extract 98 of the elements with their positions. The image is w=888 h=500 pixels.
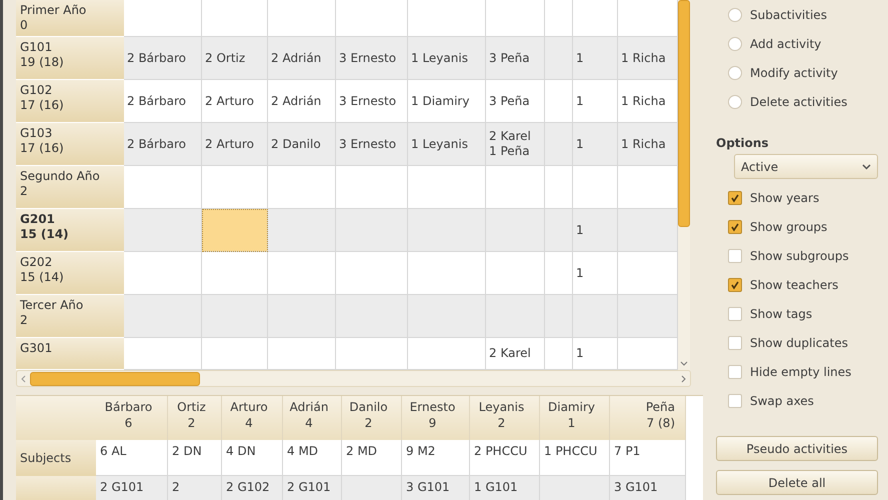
table-cell: 4 DN — [222, 440, 283, 476]
row-header: G101 19 (18) — [16, 37, 124, 80]
row-header: Subjects — [16, 440, 96, 476]
table-cell[interactable]: 2 Arturo — [202, 123, 268, 166]
chevron-left-icon[interactable] — [21, 374, 26, 382]
table-cell[interactable]: 1 — [573, 338, 618, 370]
table-cell[interactable]: 2 Adrián — [268, 80, 336, 123]
table-cell[interactable]: 2 Danilo — [268, 123, 336, 166]
table-cell[interactable]: 1 Leyanis — [408, 123, 486, 166]
checkbox-label: Show years — [750, 190, 820, 204]
radio-label: Delete activities — [750, 94, 848, 108]
column-header: Diamiry 1 — [540, 396, 610, 440]
selected-cell[interactable] — [202, 209, 268, 252]
table-cell[interactable]: 3 Peña — [486, 37, 545, 80]
checkbox[interactable] — [728, 364, 742, 378]
table-cell: 3 G101 — [402, 476, 470, 500]
table-cell: 2 G102 — [222, 476, 283, 500]
horizontal-scrollbar[interactable] — [16, 370, 691, 387]
checkbox-label: Hide empty lines — [750, 364, 852, 378]
action-button[interactable]: Delete all — [716, 470, 878, 495]
checkbox-label: Show groups — [750, 220, 828, 234]
table-cell[interactable]: 1 Richa — [618, 37, 678, 80]
checkbox[interactable] — [728, 306, 742, 320]
table-cell[interactable]: 2 Arturo — [202, 80, 268, 123]
radio-label: Add activity — [750, 36, 822, 50]
chevron-right-icon[interactable] — [681, 374, 686, 382]
column-header: Peña 7 (8) — [610, 396, 686, 440]
checkbox-label: Show subgroups — [750, 248, 849, 262]
table-cell[interactable]: 1 Leyanis — [408, 37, 486, 80]
radio-button[interactable] — [728, 8, 742, 22]
checkbox-label: Swap axes — [750, 394, 814, 408]
action-button[interactable]: Pseudo activities — [716, 436, 878, 461]
row-header: G202 15 (14) — [16, 252, 124, 295]
table-cell[interactable]: 1 — [573, 80, 618, 123]
checkbox[interactable] — [728, 190, 742, 204]
checkbox[interactable] — [728, 336, 742, 350]
column-header: Danilo 2 — [342, 396, 402, 440]
column-header: Arturo 4 — [222, 396, 283, 440]
chevron-down-icon[interactable] — [680, 361, 688, 366]
table-cell: 4 MD — [283, 440, 342, 476]
table-cell: 9 M2 — [402, 440, 470, 476]
row-header: G103 17 (16) — [16, 123, 124, 166]
row-header: Segundo Año 2 — [16, 166, 124, 209]
table-cell: 3 G101 — [610, 476, 686, 500]
column-header: Leyanis 2 — [470, 396, 540, 440]
table-cell[interactable]: 3 Peña — [486, 80, 545, 123]
table-cell: 2 MD — [342, 440, 402, 476]
radio-button[interactable] — [728, 66, 742, 80]
table-cell[interactable]: 1 Richa — [618, 80, 678, 123]
vertical-scrollbar[interactable] — [678, 0, 690, 370]
table-cell[interactable]: 2 Bárbaro — [124, 80, 202, 123]
table-cell: 2 DN — [168, 440, 222, 476]
column-header: Bárbaro 6 — [96, 396, 168, 440]
chevron-down-icon — [862, 164, 871, 170]
row-header: G102 17 (16) — [16, 80, 124, 123]
checkbox[interactable] — [728, 394, 742, 408]
checkbox[interactable] — [728, 220, 742, 234]
table-cell[interactable]: 1 Diamiry — [408, 80, 486, 123]
row-header: G301 — [16, 338, 124, 370]
checkbox-label: Show duplicates — [750, 336, 848, 350]
column-header: Ortiz 2 — [168, 396, 222, 440]
table-cell[interactable]: 2 Karel — [486, 338, 545, 370]
table-cell: 6 AL — [96, 440, 168, 476]
table-cell[interactable]: 1 Richa — [618, 123, 678, 166]
table-cell: 2 PHCCU — [470, 440, 540, 476]
table-cell[interactable]: 2 Bárbaro — [124, 123, 202, 166]
table-cell[interactable]: 2 Ortiz — [202, 37, 268, 80]
row-header: G201 15 (14) — [16, 209, 124, 252]
checkbox-label: Show tags — [750, 306, 812, 320]
table-cell[interactable]: 3 Ernesto — [336, 123, 408, 166]
table-cell: 2 G101 — [96, 476, 168, 500]
filter-dropdown[interactable]: Active — [734, 154, 878, 179]
table-cell[interactable]: 1 — [573, 37, 618, 80]
radio-button[interactable] — [728, 36, 742, 50]
row-header: Tercer Año 2 — [16, 295, 124, 338]
table-cell[interactable]: 1 — [573, 252, 618, 295]
checkbox-label: Show teachers — [750, 278, 838, 292]
table-cell[interactable]: 2 Bárbaro — [124, 37, 202, 80]
table-cell: 1 G101 — [470, 476, 540, 500]
radio-label: Modify activity — [750, 66, 838, 80]
column-header: Ernesto 9 — [402, 396, 470, 440]
table-cell: 7 P1 — [610, 440, 686, 476]
column-header: Adrián 4 — [283, 396, 342, 440]
row-header: Primer Año 0 — [16, 0, 124, 37]
checkbox[interactable] — [728, 278, 742, 292]
table-cell[interactable]: 2 Karel 1 Peña — [486, 123, 545, 166]
table-cell[interactable]: 1 — [573, 209, 618, 252]
table-cell: 1 PHCCU — [540, 440, 610, 476]
radio-label: Subactivities — [750, 8, 827, 22]
table-cell[interactable]: 1 — [573, 123, 618, 166]
table-cell[interactable]: 2 Adrián — [268, 37, 336, 80]
table-cell[interactable]: 3 Ernesto — [336, 80, 408, 123]
table-cell[interactable]: 3 Ernesto — [336, 37, 408, 80]
section-heading: Options — [716, 135, 770, 150]
table-cell: 2 — [168, 476, 222, 500]
table-cell: 2 G101 — [283, 476, 342, 500]
checkbox[interactable] — [728, 248, 742, 262]
radio-button[interactable] — [728, 94, 742, 108]
